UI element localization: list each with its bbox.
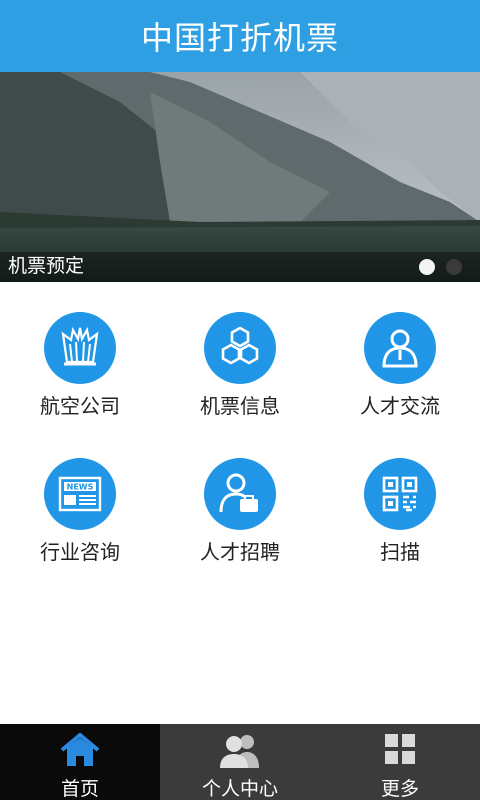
carousel-dot[interactable]	[446, 259, 462, 275]
tab-label: 个人中心	[201, 778, 278, 800]
banner-carousel[interactable]: 机票预定	[0, 72, 480, 282]
grid-item-industry-news[interactable]: NEWS 行业咨询	[0, 458, 160, 565]
airline-icon	[44, 312, 116, 384]
home-icon	[60, 732, 100, 772]
banner-caption: 机票预定	[8, 255, 85, 277]
bottom-tab-bar: 首页 个人中心 更多	[0, 724, 480, 800]
recruit-icon	[204, 458, 276, 530]
news-icon: NEWS	[44, 458, 116, 530]
tab-more[interactable]: 更多	[320, 724, 480, 800]
grid-label: 人才交流	[360, 394, 440, 418]
grid-item-recruitment[interactable]: 人才招聘	[160, 458, 320, 565]
grid-label: 行业咨询	[40, 540, 120, 564]
tab-personal-center[interactable]: 个人中心	[160, 724, 320, 800]
feature-grid: 航空公司 机票信息 人才交流 NEWS 行业咨询 人才招聘 扫描	[0, 282, 480, 724]
grid-item-ticket-info[interactable]: 机票信息	[160, 312, 320, 419]
person-icon	[364, 312, 436, 384]
grid-label: 航空公司	[40, 394, 120, 418]
grid-item-airline[interactable]: 航空公司	[0, 312, 160, 419]
tab-label: 首页	[60, 778, 99, 800]
grid-label: 人才招聘	[200, 540, 280, 564]
carousel-dot-active[interactable]	[419, 259, 435, 275]
grid-item-talent-exchange[interactable]: 人才交流	[320, 312, 480, 419]
tab-home[interactable]: 首页	[0, 724, 160, 800]
page-title: 中国打折机票	[140, 19, 339, 57]
users-icon	[218, 732, 262, 774]
app-header: 中国打折机票	[0, 0, 480, 72]
tab-label: 更多	[380, 778, 419, 800]
svg-text:NEWS: NEWS	[67, 483, 94, 492]
grid-label: 扫描	[380, 540, 420, 564]
grid-label: 机票信息	[200, 394, 280, 418]
hexagon-icon	[204, 312, 276, 384]
qr-code-icon	[364, 458, 436, 530]
grid-icon	[383, 732, 417, 770]
grid-item-scan[interactable]: 扫描	[320, 458, 480, 565]
